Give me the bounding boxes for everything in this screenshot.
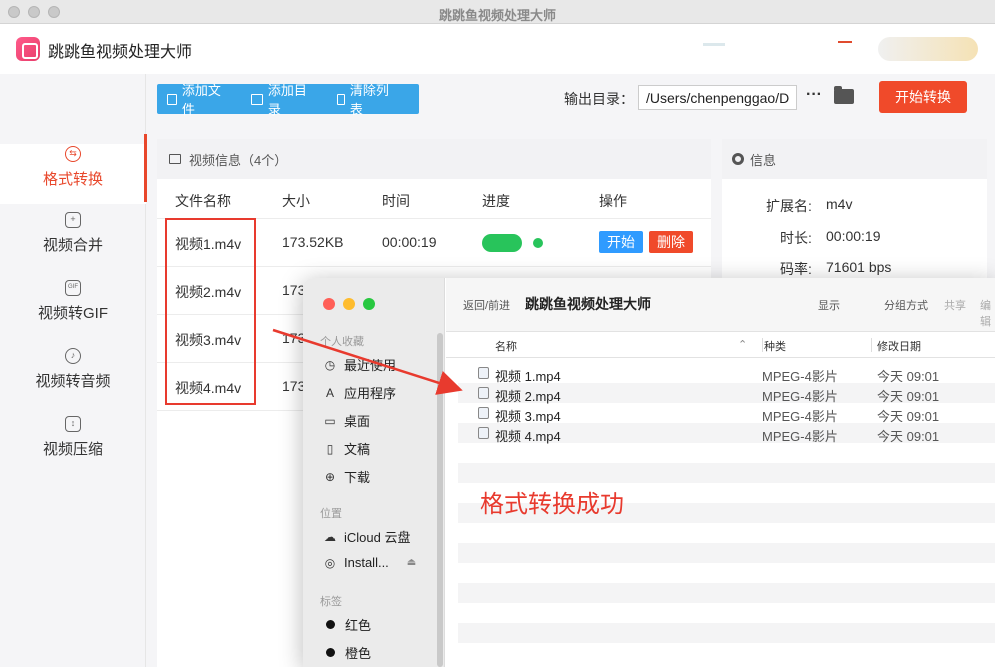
annotation-arrow: [272, 328, 463, 395]
success-annotation: 格式转换成功: [480, 491, 624, 518]
